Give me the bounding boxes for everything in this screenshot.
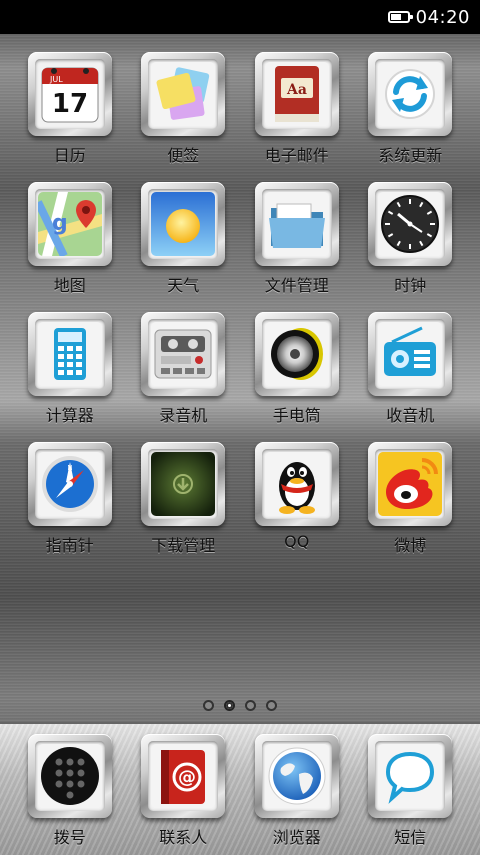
- radio-icon: [378, 322, 443, 386]
- icon-frame: [254, 182, 339, 266]
- app-label: 浏览器: [272, 828, 321, 847]
- maps-app[interactable]: g 地图: [13, 182, 127, 312]
- status-bar: 04:20: [0, 0, 480, 34]
- app-label: 计算器: [45, 406, 94, 425]
- app-label: 录音机: [159, 406, 208, 425]
- icon-frame: [254, 442, 339, 526]
- icon-frame: [368, 182, 453, 266]
- map-pin-icon: g: [37, 192, 102, 256]
- icon-frame: Aa: [254, 52, 339, 136]
- email-app[interactable]: Aa 电子邮件: [240, 52, 354, 182]
- clock-icon: [378, 192, 443, 256]
- calculator-icon: [37, 322, 102, 386]
- calculator-app[interactable]: 计算器: [13, 312, 127, 442]
- sun-icon: [151, 192, 216, 256]
- app-label: 便签: [167, 146, 200, 165]
- weibo-eye-icon: [378, 452, 443, 516]
- download-manager-app[interactable]: 下载管理: [127, 442, 241, 572]
- app-label: 日历: [53, 146, 86, 165]
- app-label: 收音机: [386, 406, 435, 425]
- svg-text:@: @: [178, 767, 196, 788]
- sticky-notes-icon: [151, 62, 216, 126]
- icon-frame: [141, 312, 226, 396]
- icon-frame: @: [141, 734, 226, 818]
- app-label: 手电筒: [272, 406, 321, 425]
- calendar-icon: JUL 17: [38, 62, 102, 126]
- calendar-month: JUL: [49, 75, 63, 84]
- system-update-app[interactable]: 系统更新: [354, 52, 468, 182]
- clock-app[interactable]: 时钟: [354, 182, 468, 312]
- icon-frame: JUL 17: [27, 52, 112, 136]
- status-right: 04:20: [387, 0, 470, 34]
- tape-recorder-icon: [151, 322, 216, 386]
- page-dot[interactable]: [224, 700, 235, 711]
- download-icon: [151, 452, 216, 516]
- messages-app[interactable]: 短信: [354, 734, 468, 848]
- app-label: 系统更新: [378, 146, 443, 165]
- app-label: 拨号: [53, 828, 86, 847]
- icon-frame: [27, 734, 112, 818]
- penguin-icon: [264, 452, 329, 516]
- app-label: QQ: [284, 532, 310, 551]
- compass-icon: N: [37, 452, 102, 516]
- qq-app[interactable]: QQ: [240, 442, 354, 572]
- app-label: 文件管理: [264, 276, 329, 295]
- app-label: 天气: [167, 276, 200, 295]
- icon-frame: [141, 52, 226, 136]
- weather-app[interactable]: 天气: [127, 182, 241, 312]
- globe-icon: [264, 744, 329, 808]
- icon-frame: [368, 734, 453, 818]
- page-dot[interactable]: [203, 700, 214, 711]
- dialer-app[interactable]: 拨号: [13, 734, 127, 848]
- status-time: 04:20: [415, 6, 470, 28]
- compass-app[interactable]: N 指南针: [13, 442, 127, 572]
- app-label: 地图: [53, 276, 86, 295]
- icon-frame: g: [27, 182, 112, 266]
- dock: 拨号 @ 联系人 浏览器 短信: [0, 722, 480, 855]
- recorder-app[interactable]: 录音机: [127, 312, 241, 442]
- calendar-day: 17: [52, 89, 88, 119]
- keypad-icon: [37, 744, 102, 808]
- battery-icon: [387, 11, 413, 23]
- app-label: 短信: [394, 828, 427, 847]
- app-label: 指南针: [45, 536, 94, 555]
- page-dot[interactable]: [266, 700, 277, 711]
- icon-frame: [27, 312, 112, 396]
- page-indicator[interactable]: [0, 700, 480, 714]
- icon-frame: [254, 312, 339, 396]
- icon-frame: [368, 52, 453, 136]
- folder-icon: [264, 192, 329, 256]
- mail-book-icon: Aa: [264, 62, 329, 126]
- notes-app[interactable]: 便签: [127, 52, 241, 182]
- page-dot[interactable]: [245, 700, 256, 711]
- app-grid: JUL 17 日历 便签 Aa 电子邮件 系统更新 g 地图 天气 文件管理 时…: [13, 52, 467, 572]
- file-manager-app[interactable]: 文件管理: [240, 182, 354, 312]
- app-label: 电子邮件: [264, 146, 329, 165]
- sync-icon: [378, 62, 443, 126]
- address-book-icon: @: [151, 744, 216, 808]
- icon-frame: [368, 442, 453, 526]
- battery-fill: [390, 14, 401, 20]
- svg-text:g: g: [52, 211, 68, 236]
- flashlight-icon: [264, 322, 329, 386]
- icon-frame: [254, 734, 339, 818]
- speech-bubble-icon: [378, 744, 443, 808]
- calendar-app[interactable]: JUL 17 日历: [13, 52, 127, 182]
- weibo-app[interactable]: 微博: [354, 442, 468, 572]
- icon-frame: [368, 312, 453, 396]
- contacts-app[interactable]: @ 联系人: [127, 734, 241, 848]
- dock-grid: 拨号 @ 联系人 浏览器 短信: [13, 734, 467, 848]
- email-badge-text: Aa: [286, 82, 307, 98]
- app-label: 联系人: [159, 828, 208, 847]
- icon-frame: [141, 182, 226, 266]
- browser-app[interactable]: 浏览器: [240, 734, 354, 848]
- app-label: 时钟: [394, 276, 427, 295]
- svg-text:N: N: [67, 464, 72, 472]
- icon-frame: [141, 442, 226, 526]
- app-label: 微博: [394, 536, 427, 555]
- app-label: 下载管理: [151, 536, 216, 555]
- radio-app[interactable]: 收音机: [354, 312, 468, 442]
- icon-frame: N: [27, 442, 112, 526]
- flashlight-app[interactable]: 手电筒: [240, 312, 354, 442]
